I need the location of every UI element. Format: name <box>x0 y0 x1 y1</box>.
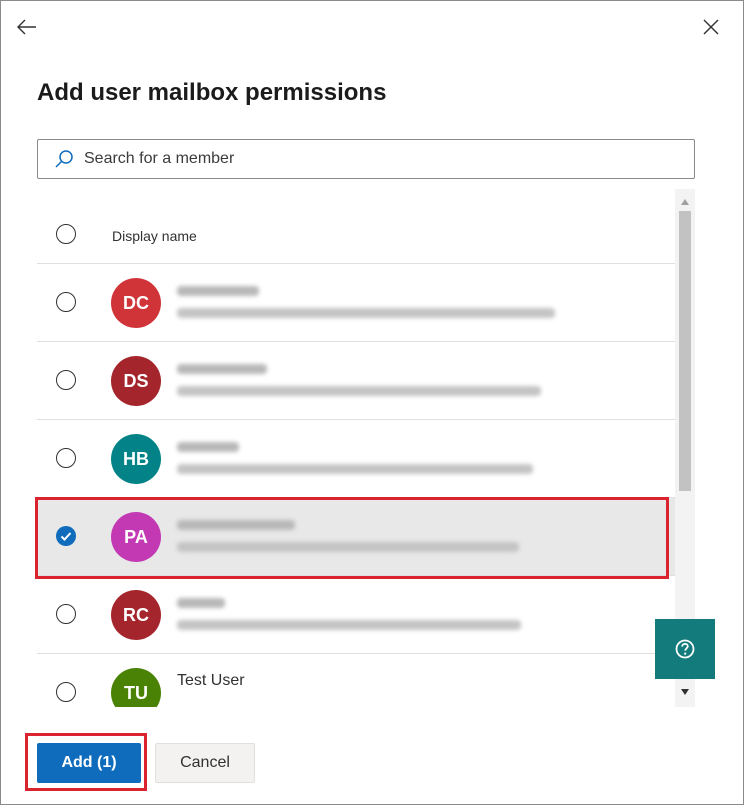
row-select-radio-checked[interactable] <box>56 526 76 546</box>
add-button[interactable]: Add (1) <box>37 743 141 783</box>
redacted-name <box>177 286 259 296</box>
scroll-down-button[interactable] <box>675 683 695 701</box>
caret-down-icon <box>681 689 689 695</box>
back-arrow-icon <box>17 19 36 35</box>
member-name: Test User <box>177 672 245 689</box>
table-row-selected[interactable]: PA <box>37 498 675 576</box>
member-list: Display name DC DS HB PA RC TU Test User <box>37 189 697 707</box>
caret-up-icon <box>681 199 689 205</box>
table-row[interactable]: RC <box>37 576 675 654</box>
table-row[interactable]: TU Test User <box>37 654 675 707</box>
table-row[interactable]: DS <box>37 342 675 420</box>
avatar: DC <box>111 278 161 328</box>
avatar: RC <box>111 590 161 640</box>
redacted-name <box>177 442 239 452</box>
redacted-name <box>177 364 267 374</box>
redacted-email <box>177 386 541 396</box>
redacted-email <box>177 542 519 552</box>
close-icon <box>703 19 719 35</box>
close-button[interactable] <box>699 15 723 39</box>
table-row[interactable]: HB <box>37 420 675 498</box>
back-button[interactable] <box>13 13 41 41</box>
page-title: Add user mailbox permissions <box>37 79 387 106</box>
redacted-email <box>177 308 555 318</box>
help-button[interactable] <box>655 619 715 679</box>
row-select-radio[interactable] <box>56 448 76 468</box>
scroll-up-button[interactable] <box>675 193 695 211</box>
column-header-display-name: Display name <box>112 228 197 244</box>
select-all-radio[interactable] <box>56 224 76 244</box>
avatar: TU <box>111 668 161 707</box>
row-select-radio[interactable] <box>56 370 76 390</box>
row-select-radio[interactable] <box>56 682 76 702</box>
search-box[interactable] <box>37 139 695 179</box>
scroll-thumb[interactable] <box>679 211 691 491</box>
avatar: DS <box>111 356 161 406</box>
avatar: PA <box>111 512 161 562</box>
add-permissions-panel: Add user mailbox permissions Display nam… <box>0 0 744 805</box>
table-row[interactable]: DC <box>37 264 675 342</box>
redacted-email <box>177 620 521 630</box>
redacted-email <box>177 464 533 474</box>
cancel-button[interactable]: Cancel <box>155 743 255 783</box>
redacted-name <box>177 520 295 530</box>
row-select-radio[interactable] <box>56 604 76 624</box>
help-icon <box>675 639 695 659</box>
redacted-name <box>177 598 225 608</box>
search-input[interactable] <box>82 149 694 169</box>
list-header: Display name <box>37 189 675 264</box>
checkmark-icon <box>60 532 72 541</box>
row-select-radio[interactable] <box>56 292 76 312</box>
search-icon <box>55 150 73 168</box>
avatar: HB <box>111 434 161 484</box>
